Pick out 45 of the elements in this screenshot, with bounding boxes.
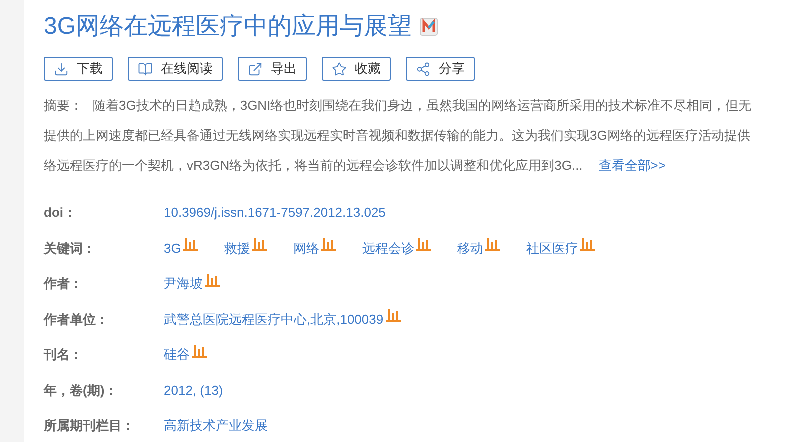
download-icon (54, 62, 69, 76)
bar-chart-icon[interactable] (252, 237, 268, 252)
action-button[interactable]: 下载 (44, 57, 113, 81)
bar-chart-icon[interactable] (205, 272, 220, 287)
action-button[interactable]: 分享 (406, 57, 475, 81)
field-link[interactable]: 社区医疗 (526, 238, 578, 258)
abstract-text: 提供的上网速度都已经具备通过无线网络实现远程实时音视频和数据传输的能力。这为我们实现3G网络的远程医疗活动提供 (44, 127, 750, 145)
field-link[interactable]: 尹海坡 (164, 274, 203, 294)
bar-chart-icon[interactable] (416, 237, 432, 252)
field-label: 作者单位： (44, 310, 110, 328)
star-icon (332, 62, 347, 76)
abstract-text: 络远程医疗的一个契机，vR3GN络为依托，将当前的远程会诊软件加以调整和优化应用到3G... (44, 157, 583, 175)
field-link[interactable]: 武警总医院远程医疗中心,北京,100039 (164, 310, 384, 329)
field-label: 作者： (44, 275, 84, 293)
bar-chart-icon[interactable] (485, 237, 500, 252)
article-title: 3G网络在远程医疗中的应用与展望 (44, 15, 412, 39)
field-link[interactable]: 移动 (457, 238, 484, 258)
bar-chart-icon[interactable] (321, 237, 336, 252)
field-label: doi： (44, 204, 78, 222)
field-link[interactable]: 10.3969/j.issn.1671-7597.2012.13.025 (164, 203, 386, 222)
field-link[interactable]: 远程会诊 (362, 238, 414, 258)
field-link[interactable]: 硅谷 (164, 345, 190, 364)
bar-chart-icon[interactable] (183, 237, 198, 252)
field-link[interactable]: 3G (164, 238, 182, 258)
bar-chart-icon[interactable] (580, 237, 596, 252)
action-button[interactable]: 在线阅读 (128, 57, 223, 81)
action-button[interactable]: 导出 (238, 57, 307, 81)
field-label: 刊名： (44, 346, 84, 364)
field-label: 所属期刊栏目： (44, 417, 136, 435)
action-button[interactable]: 收藏 (322, 57, 391, 81)
bar-chart-icon[interactable] (192, 344, 207, 358)
abstract-text: 随着3G技术的日趋成熟，3GNI络也时刻围绕在我们身边，虽然我国的网络运营商所采用的技术标准不尽相同，但无 (93, 97, 752, 115)
view-all-link[interactable]: 查看全部>> (598, 151, 666, 181)
field-label: 年，卷(期)： (44, 382, 119, 400)
field-link[interactable]: 网络 (293, 238, 320, 258)
book-icon (138, 62, 153, 76)
field-link[interactable]: 2012, (13) (164, 380, 224, 400)
export-icon (248, 62, 263, 76)
field-label: 关键词： (44, 240, 97, 258)
field-link[interactable]: 救援 (224, 238, 250, 258)
bar-chart-icon[interactable] (386, 308, 401, 322)
field-link[interactable]: 高新技术产业发展 (164, 416, 268, 436)
share-icon (416, 62, 431, 76)
logo-icon (420, 18, 438, 36)
abstract-label: 摘要： (44, 97, 83, 115)
